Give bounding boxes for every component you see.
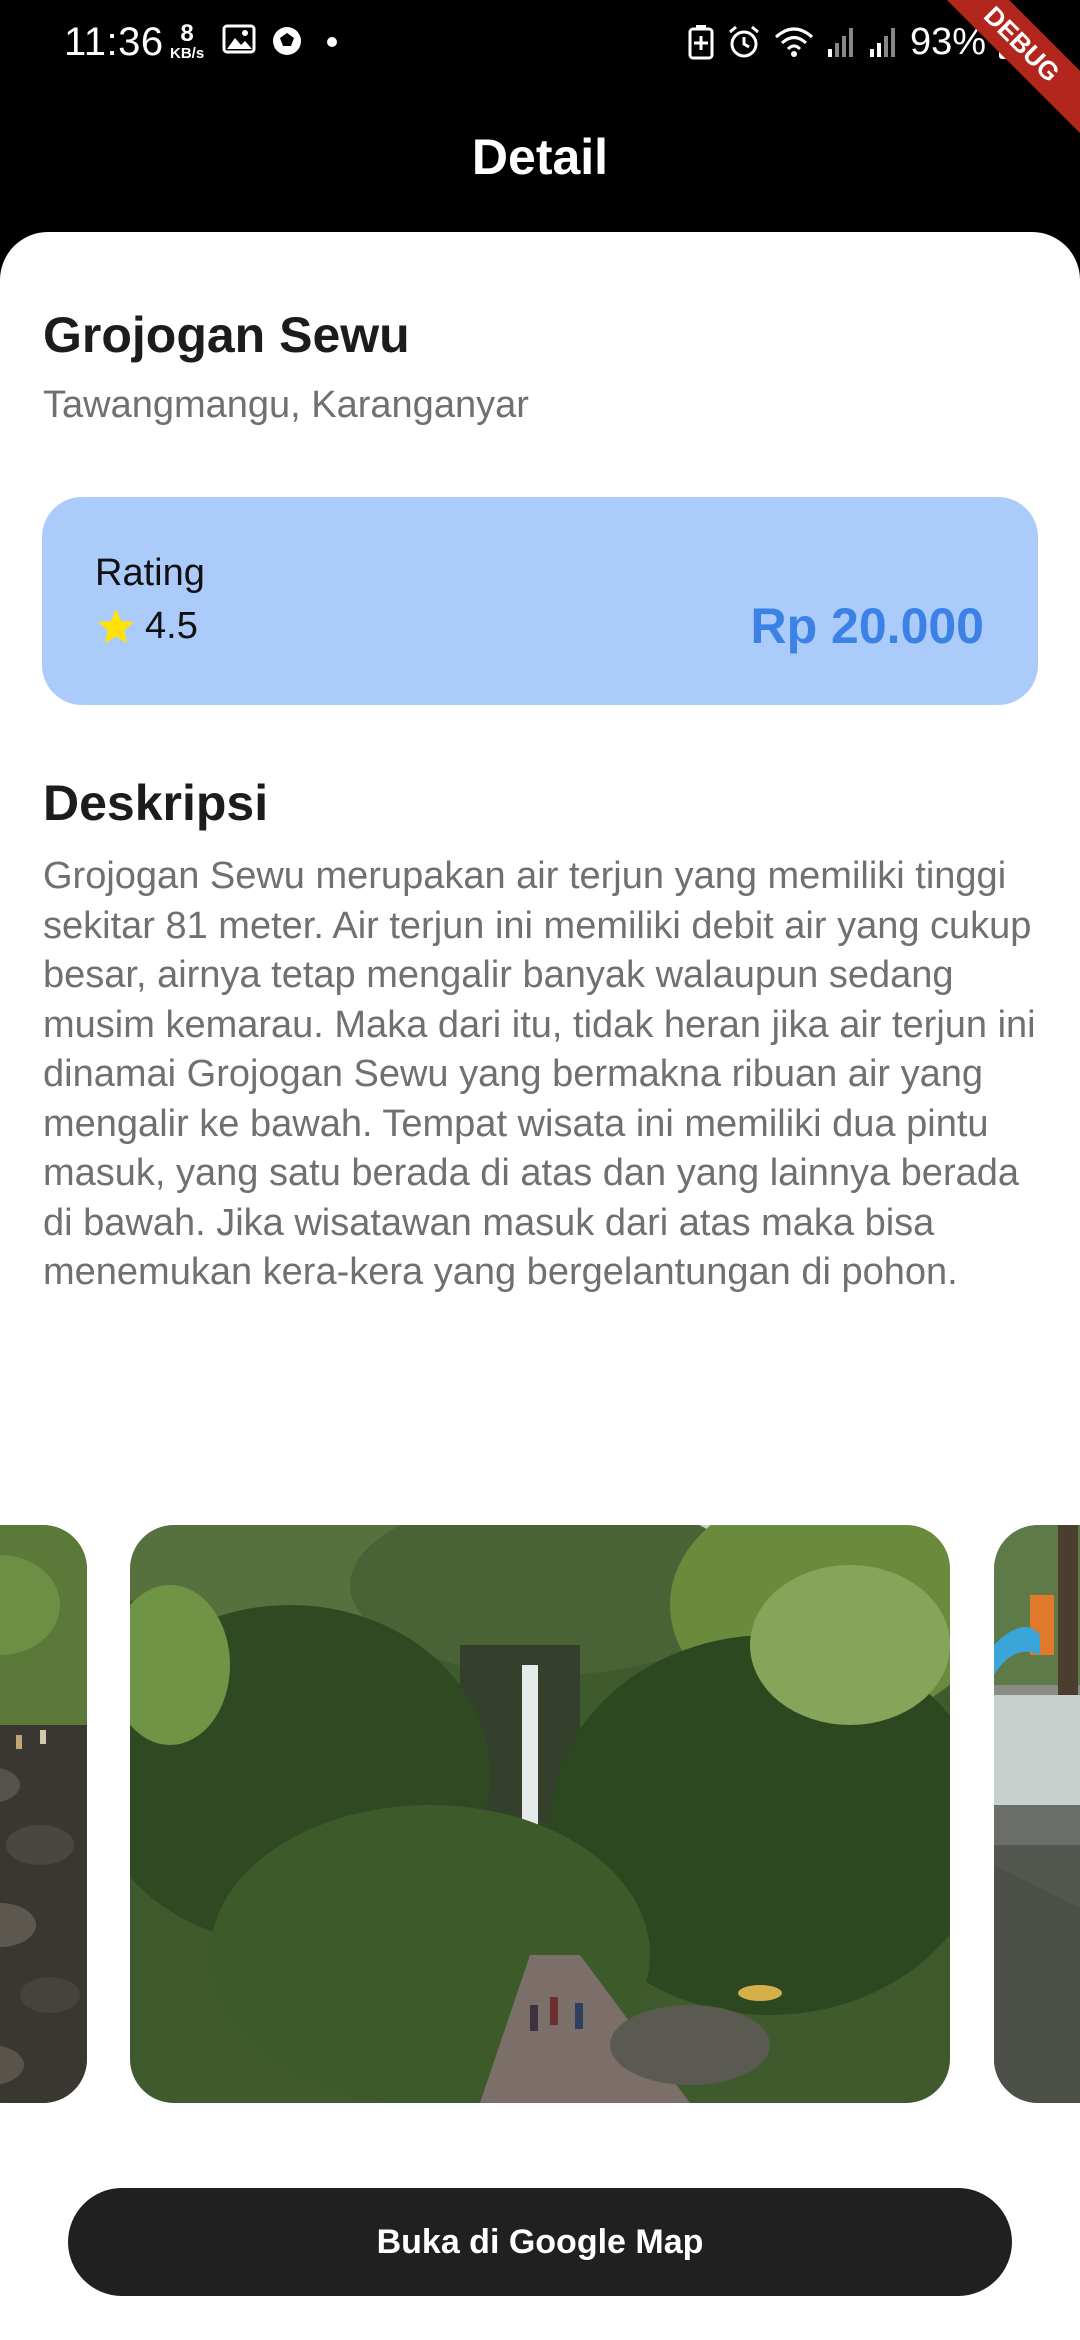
description-title: Deskripsi — [43, 775, 269, 831]
alarm-icon — [728, 25, 759, 58]
rating-row: 4.5 — [95, 605, 198, 648]
description-text: Grojogan Sewu merupakan air terjun yang … — [43, 855, 1036, 1293]
network-speed-value: 8 — [180, 20, 194, 47]
rocky-waterfall-photo — [0, 1525, 87, 2103]
image-carousel[interactable] — [0, 1525, 1080, 2103]
playground-photo — [994, 1525, 1080, 2103]
rating-value: 4.5 — [145, 605, 198, 647]
page-title: Detail — [471, 129, 609, 185]
soccer-ball-icon — [273, 27, 301, 55]
screen: 11:36 8 KB/s 93% DEBUG Detail Grojogan S… — [0, 0, 1080, 2340]
star-icon — [97, 608, 135, 643]
battery-saver-icon — [688, 25, 714, 60]
network-speed: 8 KB/s — [170, 22, 204, 62]
status-time: 11:36 — [64, 20, 164, 64]
carousel-image-next[interactable] — [994, 1525, 1080, 2103]
carousel-image-current[interactable] — [130, 1525, 950, 2103]
grojogan-sewu-waterfall-photo — [130, 1525, 950, 2103]
place-location: Tawangmangu, Karanganyar — [43, 384, 529, 426]
status-right-group: 93% — [688, 20, 1020, 64]
carousel-image-previous[interactable] — [0, 1525, 87, 2103]
wifi-icon — [774, 27, 813, 57]
status-bar: 11:36 8 KB/s 93% — [0, 0, 1080, 84]
info-card: Rating 4.5 Rp 20.000 — [42, 497, 1038, 705]
notification-dot-icon — [327, 37, 337, 47]
open-google-map-button[interactable]: Buka di Google Map — [68, 2188, 1012, 2296]
signal-icon-1 — [827, 28, 853, 57]
signal-icon-2 — [869, 28, 895, 57]
rating-label: Rating — [95, 552, 205, 594]
gallery-icon — [222, 24, 256, 54]
network-speed-unit: KB/s — [170, 45, 205, 62]
ticket-price: Rp 20.000 — [750, 598, 984, 654]
place-name: Grojogan Sewu — [43, 307, 410, 363]
